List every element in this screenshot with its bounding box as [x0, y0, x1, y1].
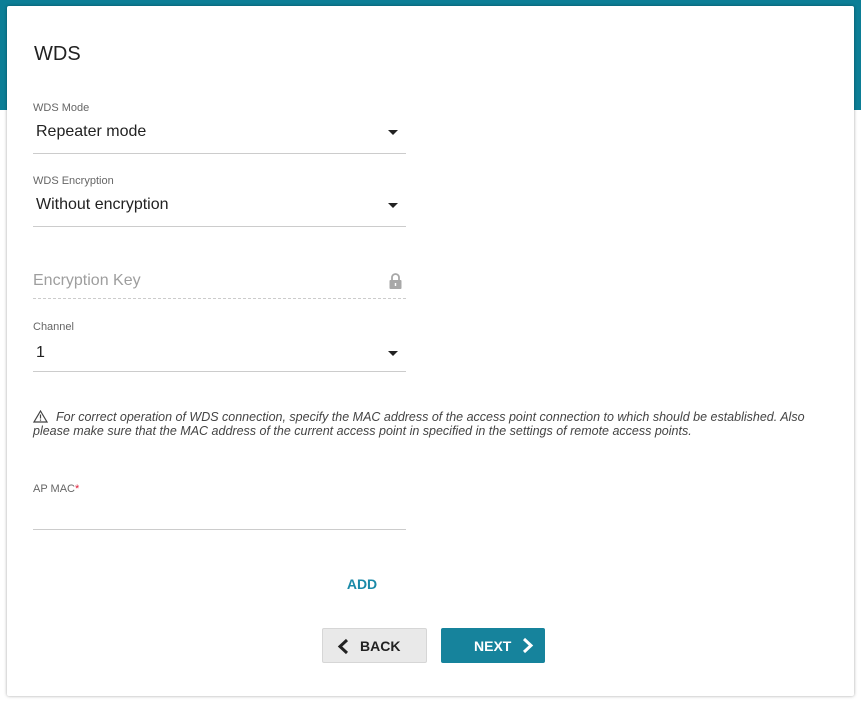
chevron-right-icon [522, 637, 534, 654]
ap-mac-label: AP MAC* [33, 483, 79, 495]
channel-value: 1 [36, 344, 45, 361]
wds-notice: For correct operation of WDS connection,… [33, 410, 823, 438]
channel-label: Channel [33, 321, 74, 333]
notice-text: For correct operation of WDS connection,… [33, 410, 805, 438]
wds-mode-value: Repeater mode [36, 123, 147, 140]
encryption-key-input[interactable]: Encryption Key [33, 270, 406, 302]
chevron-down-icon [388, 130, 398, 135]
back-button[interactable]: BACK [322, 628, 427, 663]
chevron-left-icon [337, 638, 349, 655]
wds-encryption-value: Without encryption [36, 196, 169, 213]
channel-underline [33, 371, 406, 372]
chevron-down-icon [388, 203, 398, 208]
add-button[interactable]: ADD [332, 576, 392, 592]
wds-mode-label: WDS Mode [33, 102, 90, 114]
warning-icon [33, 410, 48, 423]
page-title: WDS [34, 43, 81, 65]
next-button[interactable]: NEXT [441, 628, 545, 663]
channel-select[interactable]: Channel 1 [33, 321, 406, 373]
wds-encryption-label: WDS Encryption [33, 175, 114, 187]
required-mark: * [74, 483, 80, 495]
wds-settings-card: WDS WDS Mode Repeater mode WDS Encryptio… [7, 6, 854, 696]
wds-encryption-select[interactable]: WDS Encryption Without encryption [33, 175, 406, 227]
next-label: NEXT [474, 637, 512, 654]
encryption-key-underline [33, 298, 406, 299]
wds-mode-underline [33, 153, 406, 154]
wds-mode-select[interactable]: WDS Mode Repeater mode [33, 102, 406, 154]
back-label: BACK [360, 637, 401, 654]
ap-mac-input[interactable]: AP MAC* [33, 483, 406, 531]
wds-encryption-underline [33, 226, 406, 227]
lock-icon [389, 273, 402, 289]
ap-mac-underline [33, 529, 406, 530]
chevron-down-icon [388, 351, 398, 356]
ap-mac-label-text: AP MAC [33, 483, 75, 495]
encryption-key-placeholder: Encryption Key [33, 272, 141, 289]
